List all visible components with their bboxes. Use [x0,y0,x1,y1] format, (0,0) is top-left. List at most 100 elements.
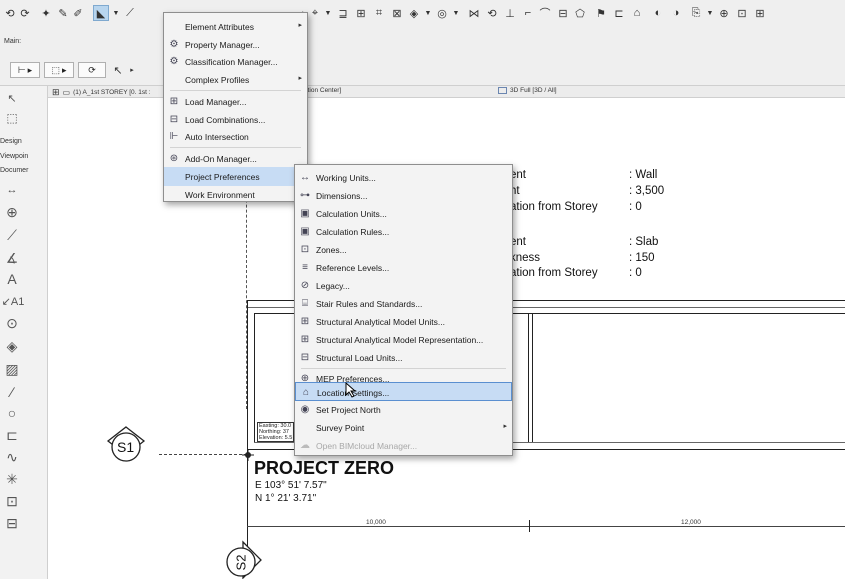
teamwork-icon[interactable]: ⎘ [688,5,704,21]
toolbox-viewpoint-label[interactable]: Viewpoin [0,153,28,160]
construction-method-button[interactable]: ⬚ ▸ [44,62,74,78]
calc-units-icon: ▣ [300,207,310,219]
menu-item-element-attributes[interactable]: Element Attributes ▸ [164,17,307,36]
redo-icon[interactable]: ⟳ [17,5,33,21]
menu-item-work-environment[interactable]: Work Environment ▸ [164,185,307,204]
angle-dimension-icon[interactable]: ∡ [4,249,20,267]
circle-icon[interactable]: ○ [4,404,20,422]
submenu-item-sam-representation[interactable]: ⊞ Structural Analytical Model Representa… [295,330,512,349]
submenu-item-location-settings[interactable]: ⌂ Location Settings... [295,382,512,401]
submenu-item-calculation-rules[interactable]: ▣ Calculation Rules... [295,222,512,241]
arrow-icon[interactable]: ↖ [4,89,20,107]
submenu-item-calculation-units[interactable]: ▣ Calculation Units... [295,204,512,223]
submenu-item-reference-levels[interactable]: ≡ Reference Levels... [295,258,512,277]
submenu-item-dimensions[interactable]: ⊶ Dimensions... [295,186,512,205]
selection-mode-icon[interactable]: ◣ [93,5,109,21]
camera-icon[interactable]: ◑ [668,5,684,21]
split-icon[interactable]: ⊟ [555,5,571,21]
text-icon[interactable]: A [4,270,20,288]
menu-item-auto-intersection[interactable]: ⊩ Auto Intersection [164,127,307,146]
chevron-down-icon[interactable]: ▼ [323,5,333,21]
spline-icon[interactable]: ∿ [4,448,20,466]
toolbox-document-label[interactable]: Documer [0,167,28,174]
units-icon: ↔ [300,171,310,183]
toolbox-design-label[interactable]: Design [0,138,22,145]
align-icon[interactable]: ⊥ [502,5,518,21]
grid-snap-icon[interactable]: ⊞ [353,5,369,21]
submenu-item-structural-load-units[interactable]: ⊟ Structural Load Units... [295,348,512,367]
flag-icon[interactable]: ⚑ [593,5,609,21]
floor-icon[interactable]: ⌂ [629,5,645,21]
rectangle-method-icon: ⬚ [51,64,60,75]
geometry-method-button[interactable]: ⊢ ▸ [10,62,40,78]
undo-icon[interactable]: ⟲ [2,5,18,21]
guide-line-icon[interactable]: ⟋ [122,5,138,21]
dimension-icon[interactable]: ↔ [4,181,20,199]
intersect-icon[interactable]: ⌗ [371,5,387,21]
menu-item-load-manager[interactable]: ⊞ Load Manager... [164,92,307,111]
hatch-tool-icon[interactable]: ⊠ [389,5,405,21]
inject-icon[interactable]: ✐ [70,5,86,21]
menu-item-classification-manager[interactable]: ⚙ Classification Manager... [164,52,307,71]
dimension-tick [529,520,530,532]
section-line [159,454,247,455]
mirror-icon[interactable]: ⋈ [466,5,482,21]
grid-view-icon: ⊞ [52,87,60,97]
pick-up-icon[interactable]: ✎ [55,5,71,21]
dimensions-icon: ⊶ [300,189,310,201]
property-icon: ⚙ [169,38,179,50]
submenu-item-stair-rules[interactable]: ⌸ Stair Rules and Standards... [295,294,512,313]
submenu-item-zones[interactable]: ⊡ Zones... [295,240,512,259]
hotspot-icon[interactable]: ✳ [4,470,20,488]
main-label: Main: [4,38,22,45]
offset-icon[interactable]: ⬠ [572,5,588,21]
submenu-item-sam-units[interactable]: ⊞ Structural Analytical Model Units... [295,312,512,331]
polyline-icon[interactable]: ⊏ [4,426,20,444]
pointer-icon[interactable]: ↖ [110,62,126,78]
rotate-method-button[interactable]: ⟳ [78,62,106,78]
marquee-icon[interactable]: ⬚ [4,109,20,127]
menu-separator [170,90,301,91]
drawing-icon[interactable]: ⊟ [4,514,20,532]
hatch-icon[interactable]: ▨ [4,360,20,378]
project-easting: E 103° 51' 7.57" [255,480,327,491]
submenu-item-survey-point[interactable]: Survey Point ▸ [295,418,512,437]
line-icon[interactable]: ∕ [4,383,20,401]
layout-icon[interactable]: ⊏ [611,5,627,21]
menu-item-addon-manager[interactable]: ⊛ Add-On Manager... [164,149,307,168]
wall-line [247,300,248,549]
fill-icon[interactable]: ◈ [4,337,20,355]
grid-icon[interactable]: ⊞ [752,5,768,21]
submenu-item-open-bimcloud-manager: ☁ Open BIMcloud Manager... [300,439,418,452]
menu-item-project-preferences[interactable]: Project Preferences ▸ [164,167,307,186]
tab-floor-plan[interactable]: ⊞ ▭ (1) A_1st STOREY [0. 1st : [52,87,151,98]
chevron-down-icon[interactable]: ▼ [423,5,433,21]
slab-info-value-2: : 150 [629,252,655,264]
chevron-down-icon[interactable]: ▼ [111,5,121,21]
snap-icon[interactable]: ⊒ [335,5,351,21]
radial-dimension-icon[interactable]: ⟋ [4,226,20,244]
chevron-right-icon: ▸ [503,423,507,430]
chevron-right-icon[interactable]: ▸ [127,62,137,78]
section-marker-icon[interactable]: ⊙ [4,314,20,332]
curtain-icon[interactable]: ◈ [406,5,422,21]
label-icon[interactable]: ↙A1 [2,292,25,310]
chevron-down-icon[interactable]: ▼ [451,5,461,21]
view-icon[interactable]: ◐ [650,5,666,21]
submenu-item-working-units[interactable]: ↔ Working Units... [295,168,512,187]
publish-icon[interactable]: ⊕ [716,5,732,21]
chevron-down-icon[interactable]: ▼ [705,5,715,21]
figure-icon[interactable]: ⊡ [4,492,20,510]
menu-item-complex-profiles[interactable]: Complex Profiles ▸ [164,70,307,89]
level-dimension-icon[interactable]: ⊕ [4,203,20,221]
tab-3d-full[interactable]: 3D Full [3D / All] [498,87,557,94]
submenu-item-legacy[interactable]: ⊘ Legacy... [295,276,512,295]
trim-icon[interactable]: ⌖ [307,5,323,21]
rotate-icon[interactable]: ⟲ [484,5,500,21]
submenu-item-set-project-north[interactable]: ◉ Set Project North [295,400,512,419]
curve-icon[interactable]: ⌒ [537,5,553,21]
polygon-icon[interactable]: ◎ [434,5,450,21]
organizer-icon[interactable]: ⊡ [734,5,750,21]
magic-wand-icon[interactable]: ✦ [38,5,54,21]
stretch-icon[interactable]: ⌐ [520,5,536,21]
